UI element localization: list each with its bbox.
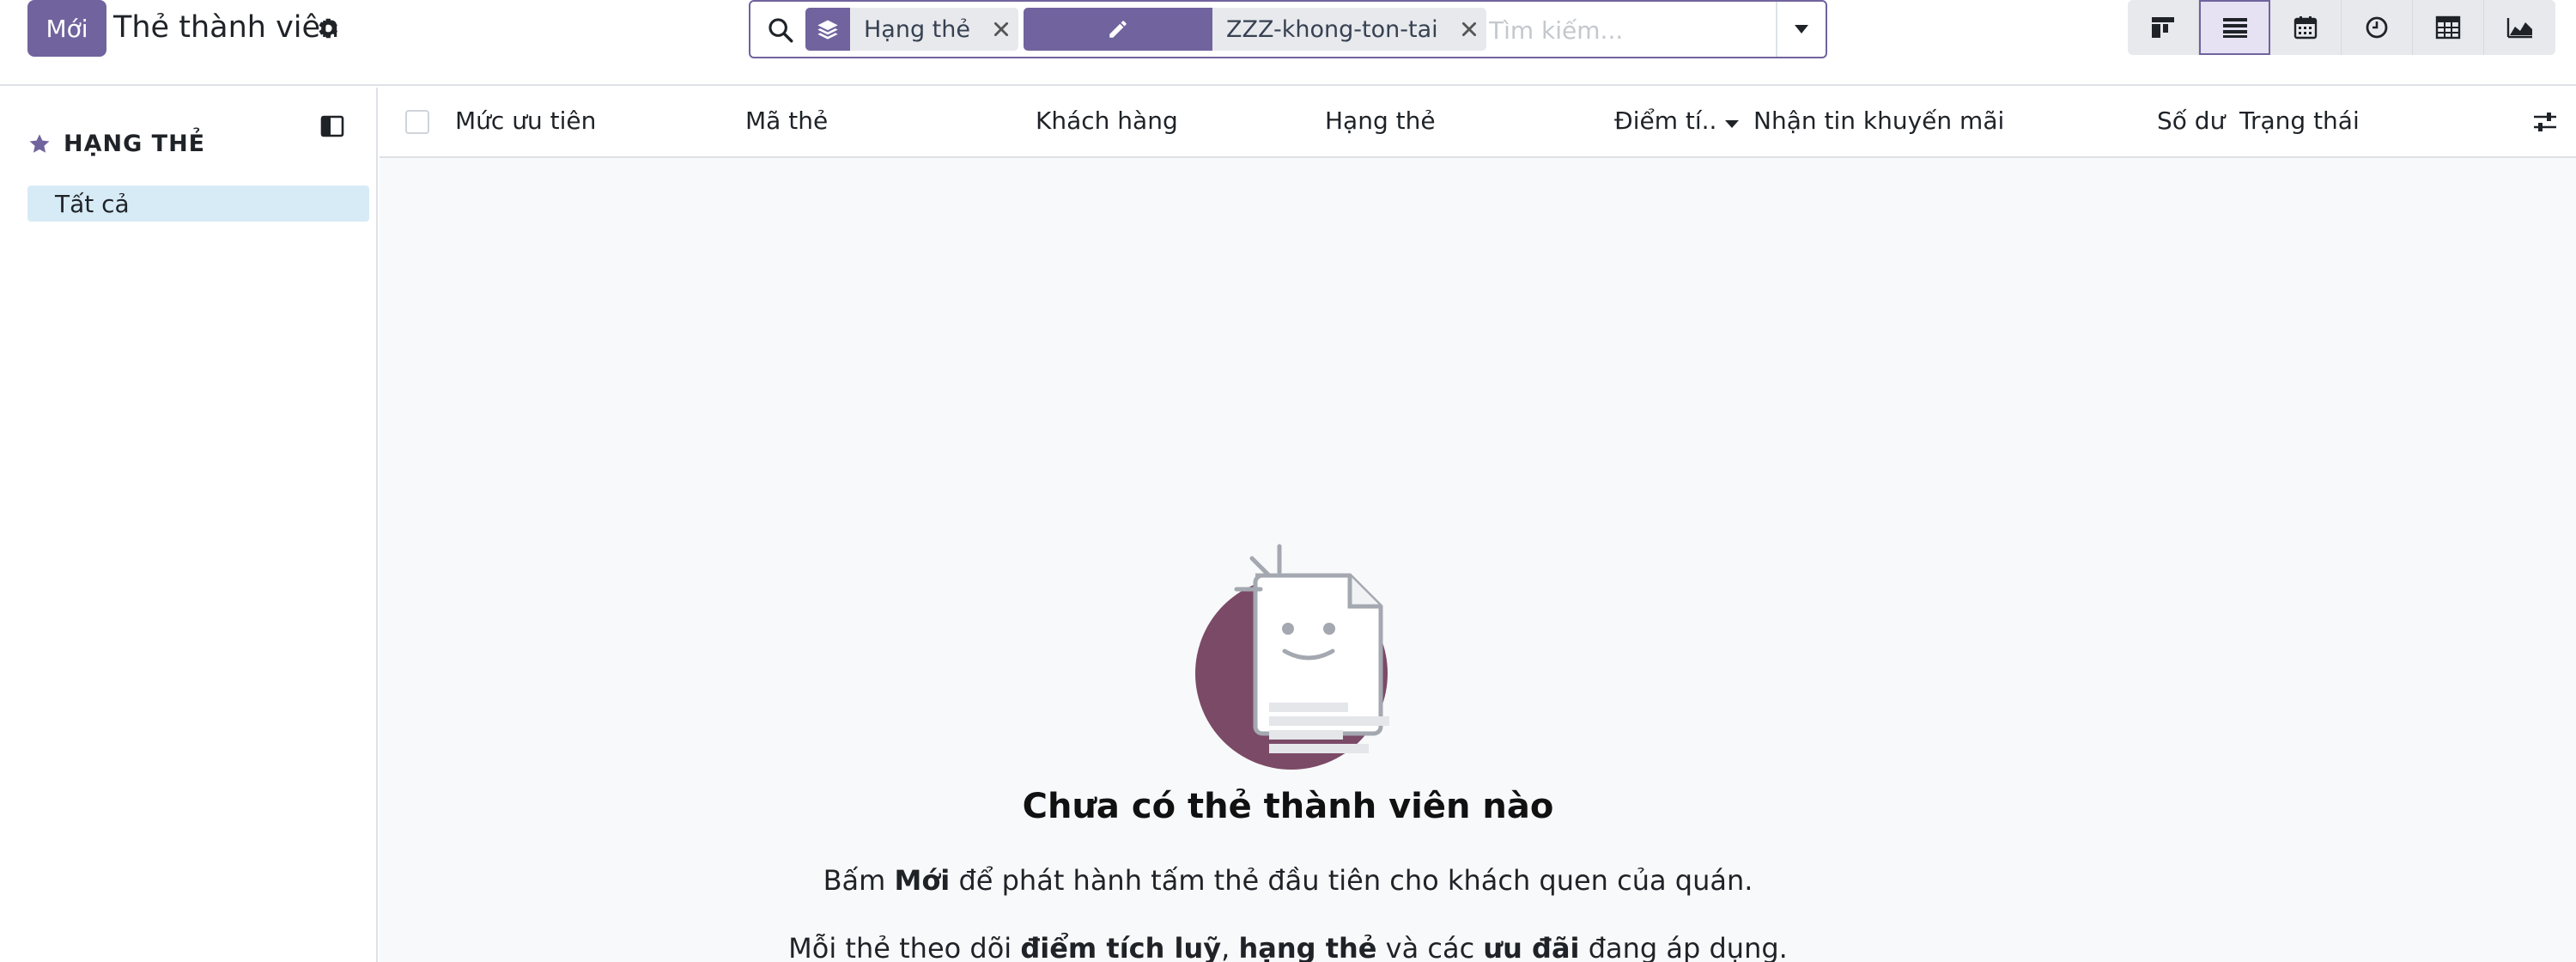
new-button[interactable]: Mới bbox=[27, 0, 106, 57]
search-icon[interactable] bbox=[766, 15, 795, 45]
hint-text: , bbox=[1221, 932, 1239, 962]
column-header-label: Điểm tí.. bbox=[1614, 107, 1717, 135]
select-all-checkbox[interactable] bbox=[405, 110, 429, 134]
layers-icon bbox=[805, 8, 850, 51]
list-icon bbox=[2222, 18, 2247, 38]
search-panel: HẠNG THẺ Tất cả bbox=[0, 88, 378, 962]
list-view: Mức ưu tiên Mã thẻ Khách hàng Hạng thẻ Đ… bbox=[380, 88, 2576, 962]
search-panel-heading: HẠNG THẺ bbox=[27, 131, 205, 157]
hint-text: để phát hành tấm thẻ đầu tiên cho khách … bbox=[950, 864, 1753, 897]
column-header-tier[interactable]: Hạng thẻ bbox=[1325, 107, 1436, 135]
pivot-table-icon bbox=[2435, 15, 2461, 40]
hint-text: đang áp dụng. bbox=[1579, 932, 1788, 962]
sort-desc-icon bbox=[1725, 120, 1740, 128]
search-options-toggle[interactable] bbox=[1776, 2, 1826, 57]
search-facet-group: Hạng thẻ bbox=[805, 8, 1018, 51]
column-header-customer[interactable]: Khách hàng bbox=[1036, 107, 1178, 135]
hint-emphasis: Mới bbox=[894, 864, 951, 897]
kanban-view-button[interactable] bbox=[2128, 0, 2199, 55]
pivot-view-button[interactable] bbox=[2413, 0, 2484, 55]
hint-text: Bấm bbox=[823, 864, 895, 897]
calendar-view-button[interactable] bbox=[2270, 0, 2342, 55]
gear-icon[interactable] bbox=[314, 15, 340, 41]
list-view-button[interactable] bbox=[2199, 0, 2270, 55]
hint-emphasis: ưu đãi bbox=[1483, 932, 1580, 962]
column-header-points[interactable]: Điểm tí.. bbox=[1614, 107, 1740, 135]
pencil-icon bbox=[1024, 8, 1212, 51]
search-bar[interactable]: Hạng thẻ ZZZ-khong-ton-tai bbox=[749, 0, 1827, 58]
close-icon[interactable] bbox=[1451, 8, 1486, 51]
optional-columns-icon[interactable] bbox=[2531, 108, 2559, 136]
hint-text: và các bbox=[1376, 932, 1484, 962]
hint-text: Mỗi thẻ theo dõi bbox=[788, 932, 1021, 962]
activity-view-button[interactable] bbox=[2342, 0, 2413, 55]
empty-state-description: Mỗi thẻ theo dõi điểm tích luỹ, hạng thẻ… bbox=[0, 932, 2576, 962]
hint-emphasis: hạng thẻ bbox=[1238, 932, 1377, 962]
column-header-balance[interactable]: Số dư bbox=[2157, 107, 2225, 135]
column-header-status[interactable]: Trạng thái bbox=[2239, 107, 2360, 135]
empty-state-title: Chưa có thẻ thành viên nào bbox=[1022, 787, 1554, 826]
close-icon[interactable] bbox=[984, 8, 1018, 51]
caret-down-icon bbox=[1795, 25, 1808, 33]
search-input[interactable] bbox=[1489, 10, 1747, 50]
facet-label: ZZZ-khong-ton-tai bbox=[1212, 8, 1452, 51]
column-header-card-code[interactable]: Mã thẻ bbox=[745, 107, 828, 135]
search-facet-filter: ZZZ-khong-ton-tai bbox=[1024, 8, 1486, 51]
control-panel: Mới Thẻ thành viên Hạng thẻ ZZZ-khong-to… bbox=[0, 0, 2576, 86]
column-header-promo-opt-in[interactable]: Nhận tin khuyến mãi bbox=[1753, 107, 2004, 135]
empty-document-illustration bbox=[1195, 544, 1389, 770]
hint-emphasis: điểm tích luỹ bbox=[1020, 932, 1222, 962]
column-header-priority[interactable]: Mức ưu tiên bbox=[455, 107, 596, 135]
kanban-icon bbox=[2152, 17, 2174, 38]
panel-heading-label: HẠNG THẺ bbox=[64, 131, 206, 157]
page-title: Thẻ thành viên bbox=[113, 10, 340, 45]
sidebar-item-all[interactable]: Tất cả bbox=[27, 186, 369, 222]
calendar-icon bbox=[2293, 16, 2318, 40]
graph-view-button[interactable] bbox=[2484, 0, 2555, 55]
facet-label: Hạng thẻ bbox=[850, 8, 984, 51]
star-icon bbox=[29, 133, 50, 153]
clock-icon bbox=[2366, 16, 2388, 39]
sidebar-toggle-icon[interactable] bbox=[319, 113, 345, 139]
list-header: Mức ưu tiên Mã thẻ Khách hàng Hạng thẻ Đ… bbox=[380, 88, 2576, 158]
view-switcher bbox=[2128, 0, 2555, 55]
area-chart-icon bbox=[2506, 18, 2532, 39]
empty-state-hint: Bấm Mới để phát hành tấm thẻ đầu tiên ch… bbox=[0, 864, 2576, 897]
